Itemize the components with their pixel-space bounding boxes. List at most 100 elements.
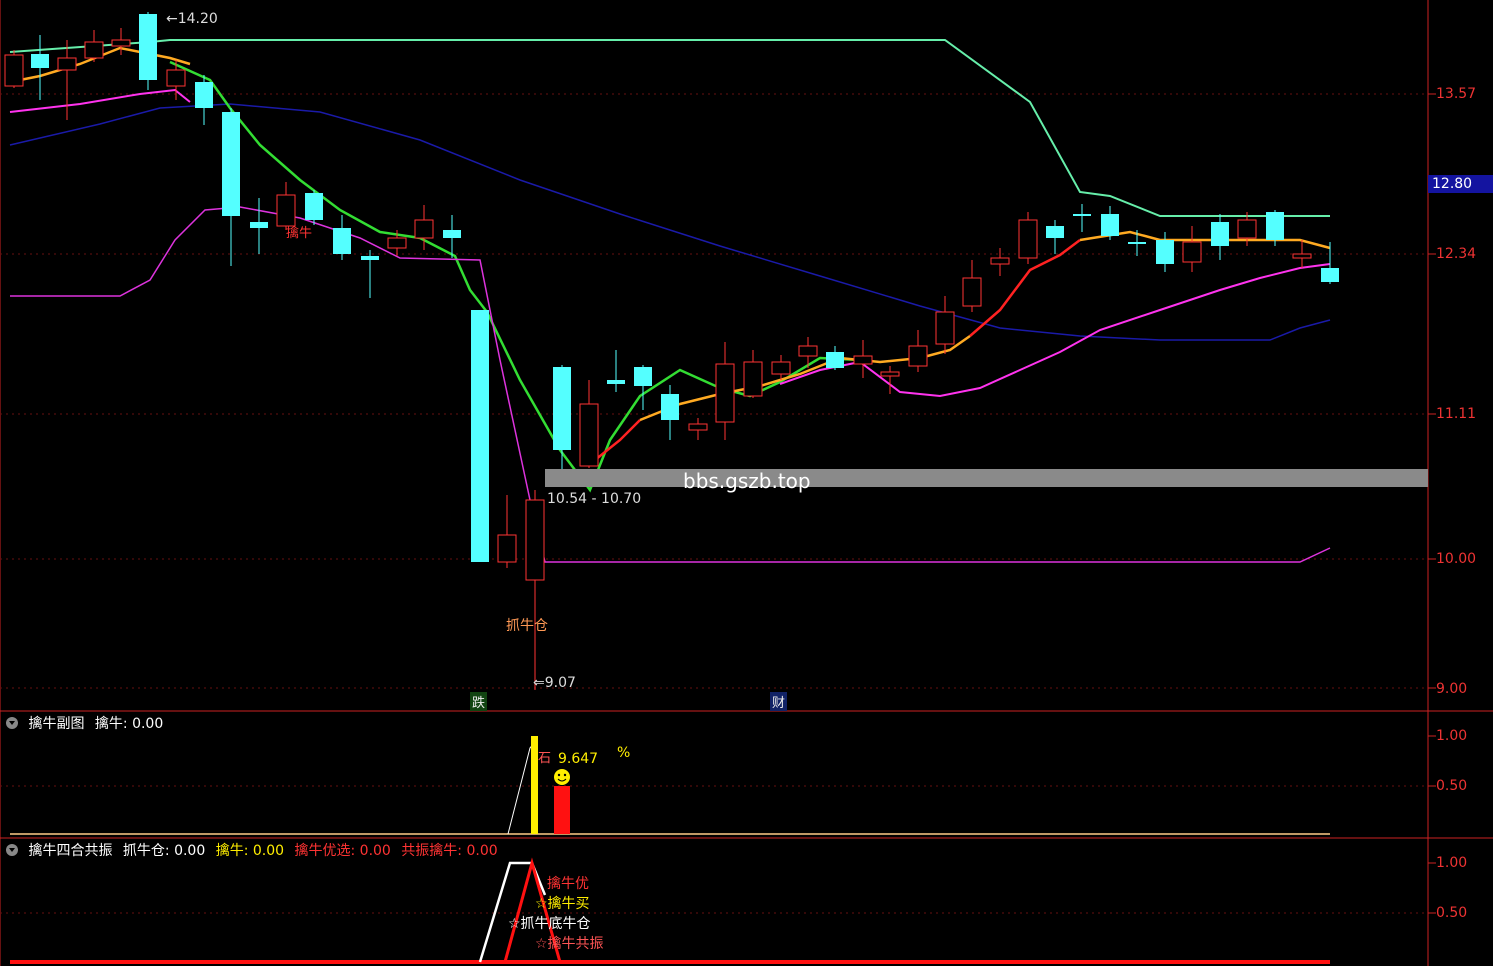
sub2-item-label: 抓牛仓: bbox=[122, 843, 170, 859]
candle-body bbox=[497, 534, 517, 563]
y-axis-label: 9.00 bbox=[1436, 681, 1468, 697]
ma-magenta-line bbox=[10, 206, 1331, 563]
candle-body bbox=[1101, 214, 1119, 236]
candle-body bbox=[1321, 268, 1339, 282]
candle-body bbox=[553, 367, 571, 450]
y-axis-label: 13.57 bbox=[1436, 86, 1477, 102]
candle-body bbox=[31, 54, 49, 68]
sub2-item-value: 0.00 bbox=[359, 843, 391, 859]
candle-body bbox=[1292, 253, 1312, 259]
candle-body bbox=[305, 193, 323, 220]
sub2-item-label: 擒牛: bbox=[215, 843, 249, 859]
candle-body bbox=[443, 230, 461, 238]
y-axis-label: 1.00 bbox=[1436, 728, 1468, 744]
candle-body bbox=[525, 499, 545, 581]
candle-body bbox=[414, 219, 434, 239]
y-axis-label: 11.11 bbox=[1436, 406, 1477, 422]
candle-body bbox=[579, 403, 599, 467]
ma-green-line bbox=[169, 60, 861, 493]
small-signal-label: 擒牛 bbox=[286, 226, 313, 241]
candle-body bbox=[1211, 222, 1229, 246]
candle-body bbox=[607, 380, 625, 384]
candle-body bbox=[387, 237, 407, 249]
candle-body bbox=[250, 222, 268, 228]
sub2-item-label: 擒牛优选: bbox=[294, 843, 356, 859]
candle-body bbox=[798, 345, 818, 357]
candle-series bbox=[4, 12, 1339, 690]
candle-body bbox=[826, 352, 844, 368]
signal-label: 抓牛仓 bbox=[506, 618, 548, 634]
sub2-item-value: 0.00 bbox=[252, 843, 285, 859]
candle-body bbox=[166, 69, 186, 87]
smiley-icon bbox=[554, 769, 570, 785]
legend-item: ☆擒牛共振 bbox=[535, 936, 604, 952]
candle-body bbox=[688, 423, 708, 431]
sub1-yellow-bar bbox=[531, 736, 538, 834]
sub2-title: 擒牛四合共振 bbox=[28, 843, 113, 859]
high-price-label: ←14.20 bbox=[166, 11, 218, 27]
candle-body bbox=[908, 345, 928, 367]
candle-body bbox=[4, 54, 24, 87]
candle-body bbox=[1156, 240, 1174, 264]
sub2-item-value: 0.00 bbox=[466, 843, 498, 859]
ma-blue-line bbox=[9, 103, 1331, 341]
y-axis-label: 1.00 bbox=[1436, 855, 1468, 871]
candle-body bbox=[139, 14, 157, 80]
candle-body bbox=[1237, 219, 1257, 239]
candle-body bbox=[715, 363, 735, 423]
y-axis-label: 12.34 bbox=[1436, 246, 1477, 262]
watermark-url: bbs.gszb.top bbox=[683, 469, 811, 493]
sub1-title-bar: 擒牛副图 擒牛: 0.00 bbox=[6, 713, 163, 733]
low-price-label: ⇐9.07 bbox=[533, 675, 576, 691]
candle-body bbox=[1046, 226, 1064, 238]
legend-item: 擒牛优 bbox=[547, 876, 589, 892]
candle-body bbox=[1018, 219, 1038, 259]
sub1-value: 0.00 bbox=[132, 716, 164, 732]
candle-body bbox=[962, 277, 982, 307]
sub1-value-label: 擒牛: bbox=[94, 716, 128, 732]
candle-body bbox=[57, 57, 77, 71]
candle-body bbox=[471, 310, 489, 562]
candle-body bbox=[1128, 242, 1146, 244]
sub1-red-bar bbox=[554, 786, 570, 834]
candle-body bbox=[743, 361, 763, 397]
candle-body bbox=[661, 394, 679, 420]
ma-red-line bbox=[594, 419, 641, 461]
candle-body bbox=[853, 355, 873, 365]
sub1-annotation-pct: % bbox=[617, 745, 631, 761]
candle-body bbox=[361, 256, 379, 260]
sub1-title: 擒牛副图 bbox=[28, 716, 85, 732]
legend-item: ☆擒牛买 bbox=[535, 896, 590, 912]
range-label: 10.54 - 10.70 bbox=[547, 491, 642, 507]
ma-magenta-line-2 bbox=[9, 88, 191, 113]
chevron-down-icon[interactable] bbox=[6, 717, 18, 729]
y-axis-label: 10.00 bbox=[1436, 551, 1477, 567]
y-axis-label: 0.50 bbox=[1436, 905, 1468, 921]
candle-body bbox=[222, 112, 240, 216]
candle-body bbox=[111, 39, 131, 47]
candle-body bbox=[1073, 214, 1091, 216]
candle-body bbox=[634, 367, 652, 386]
sub2-title-bar: 擒牛四合共振 抓牛仓: 0.00 擒牛: 0.00 擒牛优选: 0.00 共振擒… bbox=[6, 840, 498, 860]
candle-body bbox=[880, 371, 900, 377]
sub1-annotation-value: 9.647 bbox=[558, 751, 599, 767]
candle-body bbox=[84, 41, 104, 59]
candle-body bbox=[990, 257, 1010, 265]
y-axis-label: 0.50 bbox=[1436, 778, 1468, 794]
die-marker[interactable]: 跌 bbox=[470, 692, 488, 711]
cai-marker[interactable]: 财 bbox=[770, 692, 788, 711]
axis-ticks bbox=[1428, 93, 1436, 914]
candle-body bbox=[333, 228, 351, 254]
legend-item: ☆抓牛底牛仓 bbox=[508, 916, 591, 932]
chevron-down-icon[interactable] bbox=[6, 844, 18, 856]
sub1-vertical-label: 石 bbox=[538, 751, 551, 766]
candle-body bbox=[195, 82, 213, 108]
sub2-item-value: 0.00 bbox=[174, 843, 206, 859]
candle-body bbox=[771, 361, 791, 375]
candle-body bbox=[935, 311, 955, 345]
price-band bbox=[545, 469, 1428, 487]
sub2-item-label: 共振擒牛: bbox=[401, 843, 463, 859]
candle-body bbox=[1182, 241, 1202, 263]
ma-teal-line bbox=[9, 39, 1330, 217]
current-price-badge: 12.80 bbox=[1428, 175, 1493, 193]
